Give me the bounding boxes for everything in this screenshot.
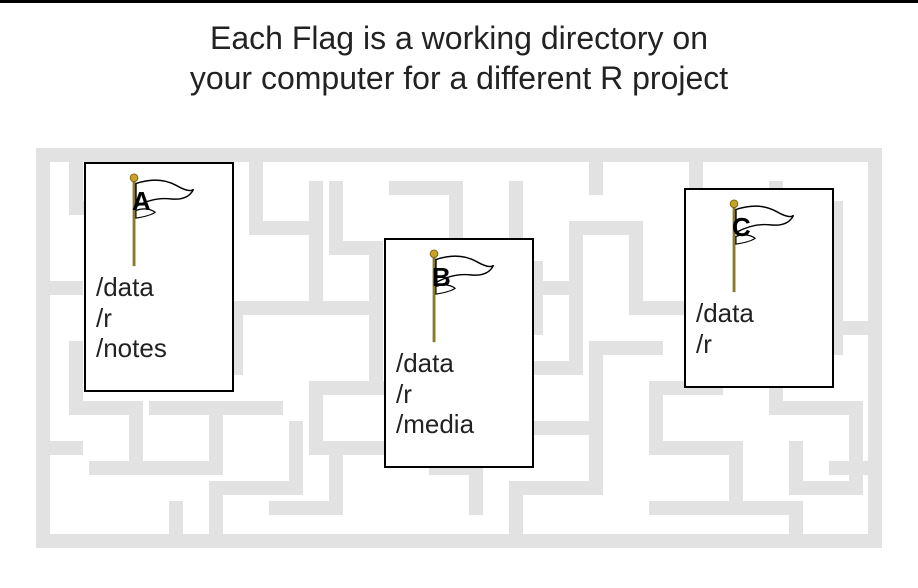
- flag-a-header: A: [96, 172, 222, 268]
- maze-background: A /data /r /notes B /data /r /media: [36, 148, 882, 548]
- flag-box-c: C /data /r: [684, 188, 834, 388]
- flag-a-dirs: /data /r /notes: [96, 272, 222, 364]
- top-border: [0, 0, 918, 3]
- flag-c-dirs: /data /r: [696, 298, 822, 359]
- flag-icon: [96, 172, 222, 268]
- flag-icon: [396, 248, 522, 344]
- dir-item: /r: [696, 329, 822, 360]
- flag-c-header: C: [696, 198, 822, 294]
- flag-a-letter: A: [132, 186, 151, 217]
- flag-box-b: B /data /r /media: [384, 238, 534, 468]
- dir-item: /media: [396, 409, 522, 440]
- title-line-1: Each Flag is a working directory on: [210, 20, 708, 56]
- dir-item: /r: [396, 379, 522, 410]
- dir-item: /r: [96, 303, 222, 334]
- flag-c-letter: C: [732, 212, 751, 243]
- diagram-title: Each Flag is a working directory on your…: [0, 18, 918, 98]
- dir-item: /data: [696, 298, 822, 329]
- flag-box-a: A /data /r /notes: [84, 162, 234, 392]
- title-line-2: your computer for a different R project: [190, 60, 728, 96]
- flag-b-header: B: [396, 248, 522, 344]
- flag-b-letter: B: [432, 262, 451, 293]
- dir-item: /data: [96, 272, 222, 303]
- dir-item: /notes: [96, 333, 222, 364]
- dir-item: /data: [396, 348, 522, 379]
- flag-b-dirs: /data /r /media: [396, 348, 522, 440]
- flag-icon: [696, 198, 822, 294]
